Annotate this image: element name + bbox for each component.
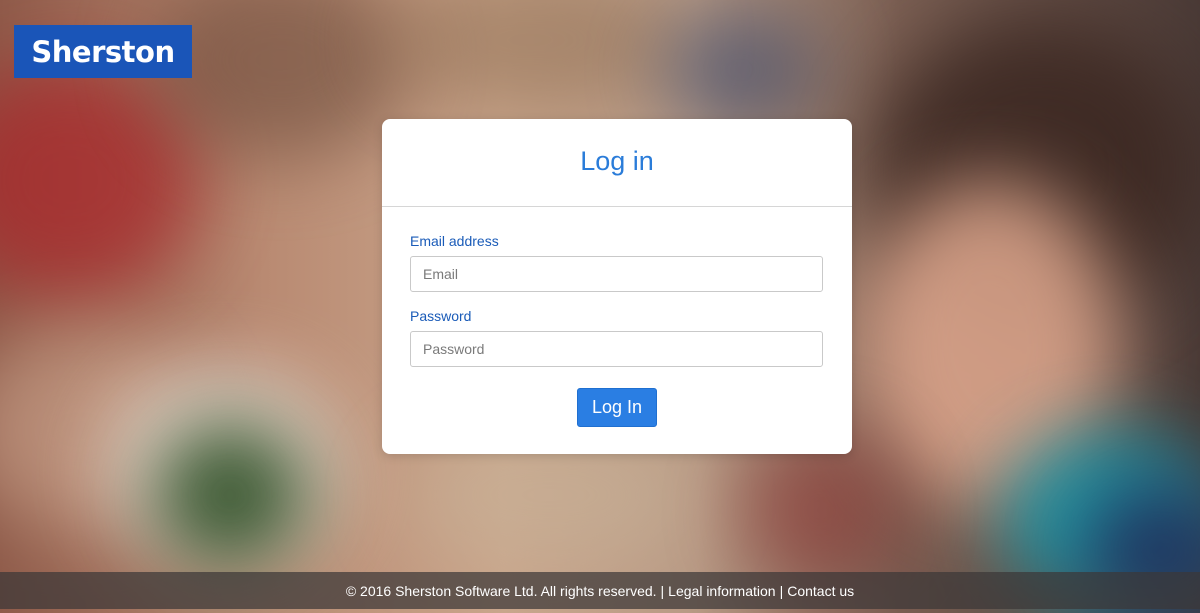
footer-separator: | [660, 582, 665, 599]
contact-us-link[interactable]: Contact us [787, 583, 854, 599]
email-label: Email address [410, 233, 499, 249]
login-button[interactable]: Log In [577, 388, 657, 427]
login-title: Log in [580, 146, 654, 176]
sherston-logo[interactable]: Sherston [14, 25, 192, 78]
footer-separator: | [779, 582, 784, 599]
login-card-header: Log in [382, 119, 852, 207]
form-actions: Log In [410, 388, 824, 427]
password-label: Password [410, 308, 472, 324]
email-input[interactable] [410, 256, 823, 292]
login-card: Log in Email address Password Log In [382, 119, 852, 454]
login-form: Email address Password Log In [382, 207, 852, 427]
password-input[interactable] [410, 331, 823, 367]
copyright-text: © 2016 Sherston Software Ltd. All rights… [345, 582, 657, 599]
legal-information-link[interactable]: Legal information [668, 583, 775, 599]
logo-text: Sherston [31, 34, 175, 69]
footer: © 2016 Sherston Software Ltd. All rights… [0, 572, 1200, 609]
